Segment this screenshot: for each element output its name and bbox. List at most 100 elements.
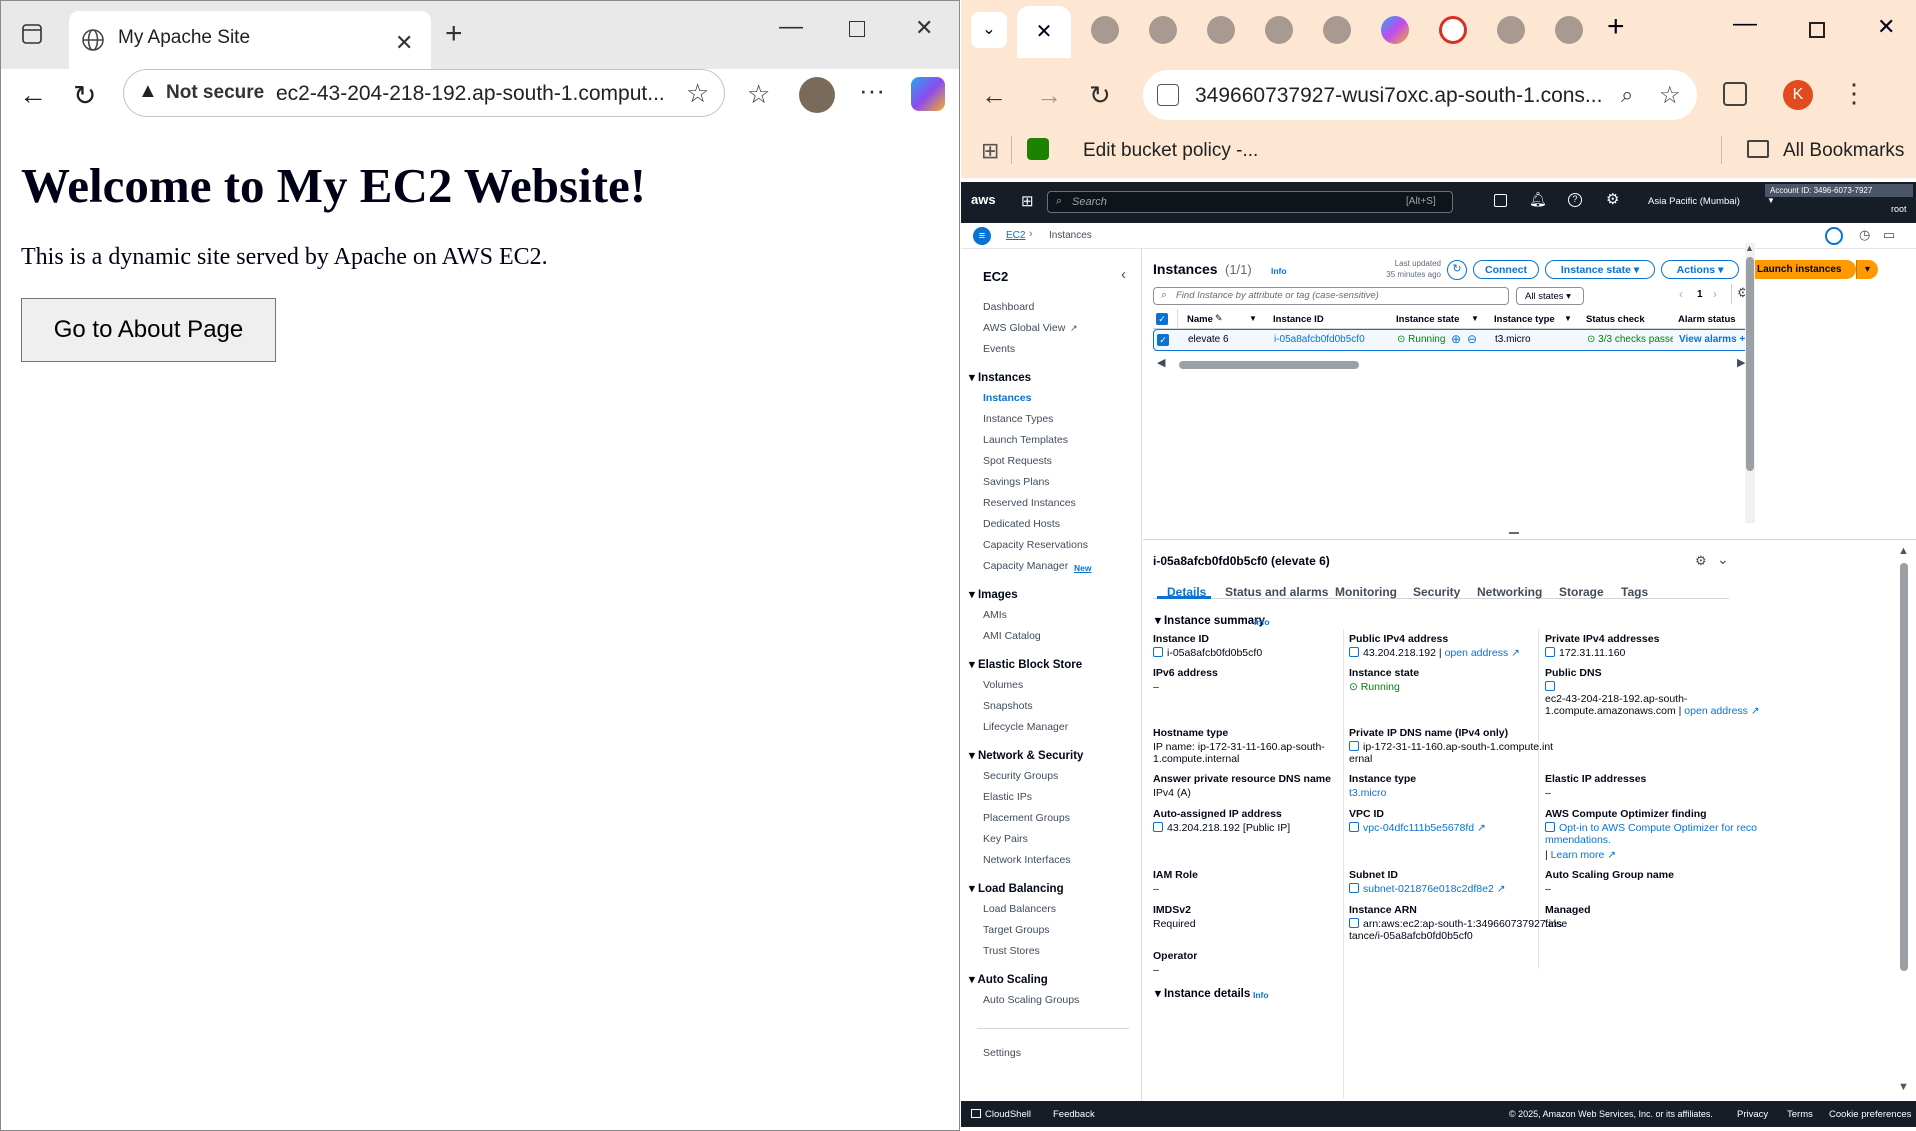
sidebar-item-trust-stores[interactable]: Trust Stores	[983, 945, 1040, 957]
region-selector[interactable]: Asia Pacific (Mumbai)	[1648, 196, 1740, 207]
tab-details[interactable]: Details	[1167, 585, 1206, 599]
tab-icon-5[interactable]	[1323, 16, 1351, 44]
tab-tags[interactable]: Tags	[1621, 585, 1648, 599]
row-checkbox[interactable]: ✓	[1157, 334, 1169, 346]
sidebar-item-key-pairs[interactable]: Key Pairs	[983, 833, 1028, 845]
notifications-icon[interactable]: 🔔︎	[1529, 191, 1547, 208]
copy-icon[interactable]	[1153, 822, 1163, 832]
sidebar-item-lifecycle-manager[interactable]: Lifecycle Manager	[983, 721, 1068, 733]
open-address-link[interactable]: open address	[1445, 647, 1509, 659]
copy-icon[interactable]	[1545, 681, 1555, 691]
zoom-in-icon[interactable]: ⊕	[1451, 332, 1461, 346]
reload-icon[interactable]: ↻	[1089, 80, 1111, 111]
sidebar-item-amis[interactable]: AMIs	[983, 609, 1007, 621]
sidebar-item-elastic-ips[interactable]: Elastic IPs	[983, 791, 1032, 803]
instance-details-heading[interactable]: ▾ Instance details	[1155, 986, 1250, 1000]
zoom-out-icon[interactable]: ⊖	[1467, 332, 1477, 346]
new-tab-icon[interactable]: +	[445, 17, 463, 51]
learn-more-link[interactable]: Learn more	[1551, 849, 1605, 861]
sidebar-item-auto-scaling-groups[interactable]: Auto Scaling Groups	[983, 994, 1079, 1006]
active-tab-close-icon[interactable]: ✕	[1017, 6, 1071, 58]
copilot-icon[interactable]	[911, 77, 945, 111]
col-instance-id[interactable]: Instance ID	[1273, 314, 1324, 325]
col-status-check[interactable]: Status check	[1586, 314, 1645, 325]
maximize-icon[interactable]	[849, 21, 865, 37]
services-grid-icon[interactable]: ⊞	[1021, 192, 1034, 210]
copy-icon[interactable]	[1349, 918, 1359, 928]
new-tab-icon[interactable]: +	[1607, 10, 1625, 44]
tab-gmail-icon[interactable]	[1439, 16, 1467, 44]
tab-my-apache-site[interactable]: My Apache Site ✕	[69, 11, 431, 69]
vertical-scrollbar-detail[interactable]: ▲ ▼	[1897, 545, 1911, 1101]
instance-filter-input[interactable]: ⌕ Find Instance by attribute or tag (cas…	[1153, 287, 1509, 305]
more-icon[interactable]: ···	[859, 75, 885, 106]
scroll-down-icon[interactable]: ▼	[1898, 1081, 1909, 1093]
info-panel-icon[interactable]	[1825, 227, 1843, 245]
user-name[interactable]: root	[1891, 204, 1907, 214]
sidebar-item-ami-catalog[interactable]: AMI Catalog	[983, 630, 1041, 642]
sidebar-group-load-balancing[interactable]: ▾ Load Balancing	[969, 881, 1064, 895]
settings-gear-icon[interactable]: ⚙	[1606, 190, 1619, 208]
tab-networking[interactable]: Networking	[1477, 585, 1542, 599]
launch-dropdown-icon[interactable]: ▾	[1856, 260, 1878, 279]
sidebar-item-global-view[interactable]: AWS Global View	[983, 322, 1065, 334]
about-page-button[interactable]: Go to About Page	[21, 298, 276, 362]
actions-button[interactable]: Actions ▾	[1661, 260, 1739, 279]
aws-search-input[interactable]: ⌕ Search [Alt+S]	[1047, 191, 1453, 213]
sidebar-group-instances[interactable]: ▾ Instances	[969, 370, 1031, 384]
cell-instance-id[interactable]: i-05a8afcb0fd0b5cf0	[1274, 334, 1365, 345]
account-id[interactable]: Account ID: 3496-6073-7927	[1765, 184, 1913, 197]
col-instance-state[interactable]: Instance state	[1396, 314, 1459, 325]
col-name[interactable]: Name	[1187, 314, 1213, 325]
sidebar-toggle-icon[interactable]	[21, 23, 43, 45]
split-divider[interactable]	[1143, 539, 1916, 540]
sidebar-item-settings[interactable]: Settings	[983, 1047, 1021, 1059]
tab-status-alarms[interactable]: Status and alarms	[1225, 585, 1328, 599]
tab-icon-7[interactable]	[1555, 16, 1583, 44]
tab-security[interactable]: Security	[1413, 585, 1460, 599]
sort-icon[interactable]: ▼	[1564, 314, 1572, 323]
cloudshell-link[interactable]: CloudShell	[985, 1109, 1031, 1120]
tab-storage[interactable]: Storage	[1559, 585, 1604, 599]
sidebar-item-snapshots[interactable]: Snapshots	[983, 700, 1033, 712]
all-states-select[interactable]: All states ▾	[1516, 287, 1584, 305]
profile-avatar[interactable]	[799, 77, 835, 113]
sidebar-item-target-groups[interactable]: Target Groups	[983, 924, 1050, 936]
vpc-link[interactable]: vpc-04dfc111b5e5678fd	[1363, 822, 1474, 834]
apps-grid-icon[interactable]: ⊞	[981, 138, 999, 164]
bookmark-star-icon[interactable]: ☆	[1659, 81, 1681, 110]
site-info-icon[interactable]	[1157, 84, 1179, 106]
sidebar-item-instance-types[interactable]: Instance Types	[983, 413, 1053, 425]
minimize-icon[interactable]: —	[1733, 10, 1757, 38]
aws-logo-icon[interactable]: aws	[971, 192, 996, 207]
forward-icon[interactable]: →	[1036, 80, 1062, 111]
sidebar-group-images[interactable]: ▾ Images	[969, 587, 1018, 601]
minimize-icon[interactable]: —	[779, 13, 803, 41]
sort-icon[interactable]: ▼	[1471, 314, 1479, 323]
col-instance-type[interactable]: Instance type	[1494, 314, 1555, 325]
next-page-icon[interactable]: ›	[1713, 287, 1717, 301]
tab-icon-2[interactable]	[1149, 16, 1177, 44]
tab-icon-6[interactable]	[1497, 16, 1525, 44]
copy-icon[interactable]	[1349, 647, 1359, 657]
sidebar-item-security-groups[interactable]: Security Groups	[983, 770, 1058, 782]
cloudshell-icon[interactable]	[1494, 194, 1507, 207]
horizontal-scrollbar[interactable]	[1179, 361, 1359, 369]
subnet-link[interactable]: subnet-021876e018c2df8e2	[1363, 883, 1494, 895]
collapse-detail-icon[interactable]: ⌄	[1717, 551, 1729, 568]
copy-icon[interactable]	[1349, 741, 1359, 751]
close-window-icon[interactable]: ✕	[915, 15, 933, 41]
notifications-panel-icon[interactable]: ▭	[1883, 227, 1895, 243]
instance-state-button[interactable]: Instance state ▾	[1545, 260, 1655, 279]
back-icon[interactable]: ←	[19, 79, 47, 111]
scroll-left-arrow-icon[interactable]: ◀	[1157, 356, 1165, 369]
maximize-icon[interactable]	[1809, 22, 1825, 38]
sidebar-item-spot-requests[interactable]: Spot Requests	[983, 455, 1052, 467]
sidebar-item-events[interactable]: Events	[983, 343, 1015, 355]
instance-summary-heading[interactable]: ▾ Instance summary	[1155, 613, 1265, 627]
page-number[interactable]: 1	[1697, 289, 1703, 300]
open-address-link[interactable]: open address	[1684, 705, 1748, 717]
close-tab-icon[interactable]: ✕	[395, 30, 413, 56]
sidebar-item-network-interfaces[interactable]: Network Interfaces	[983, 854, 1071, 866]
sidebar-group-auto-scaling[interactable]: ▾ Auto Scaling	[969, 972, 1048, 986]
